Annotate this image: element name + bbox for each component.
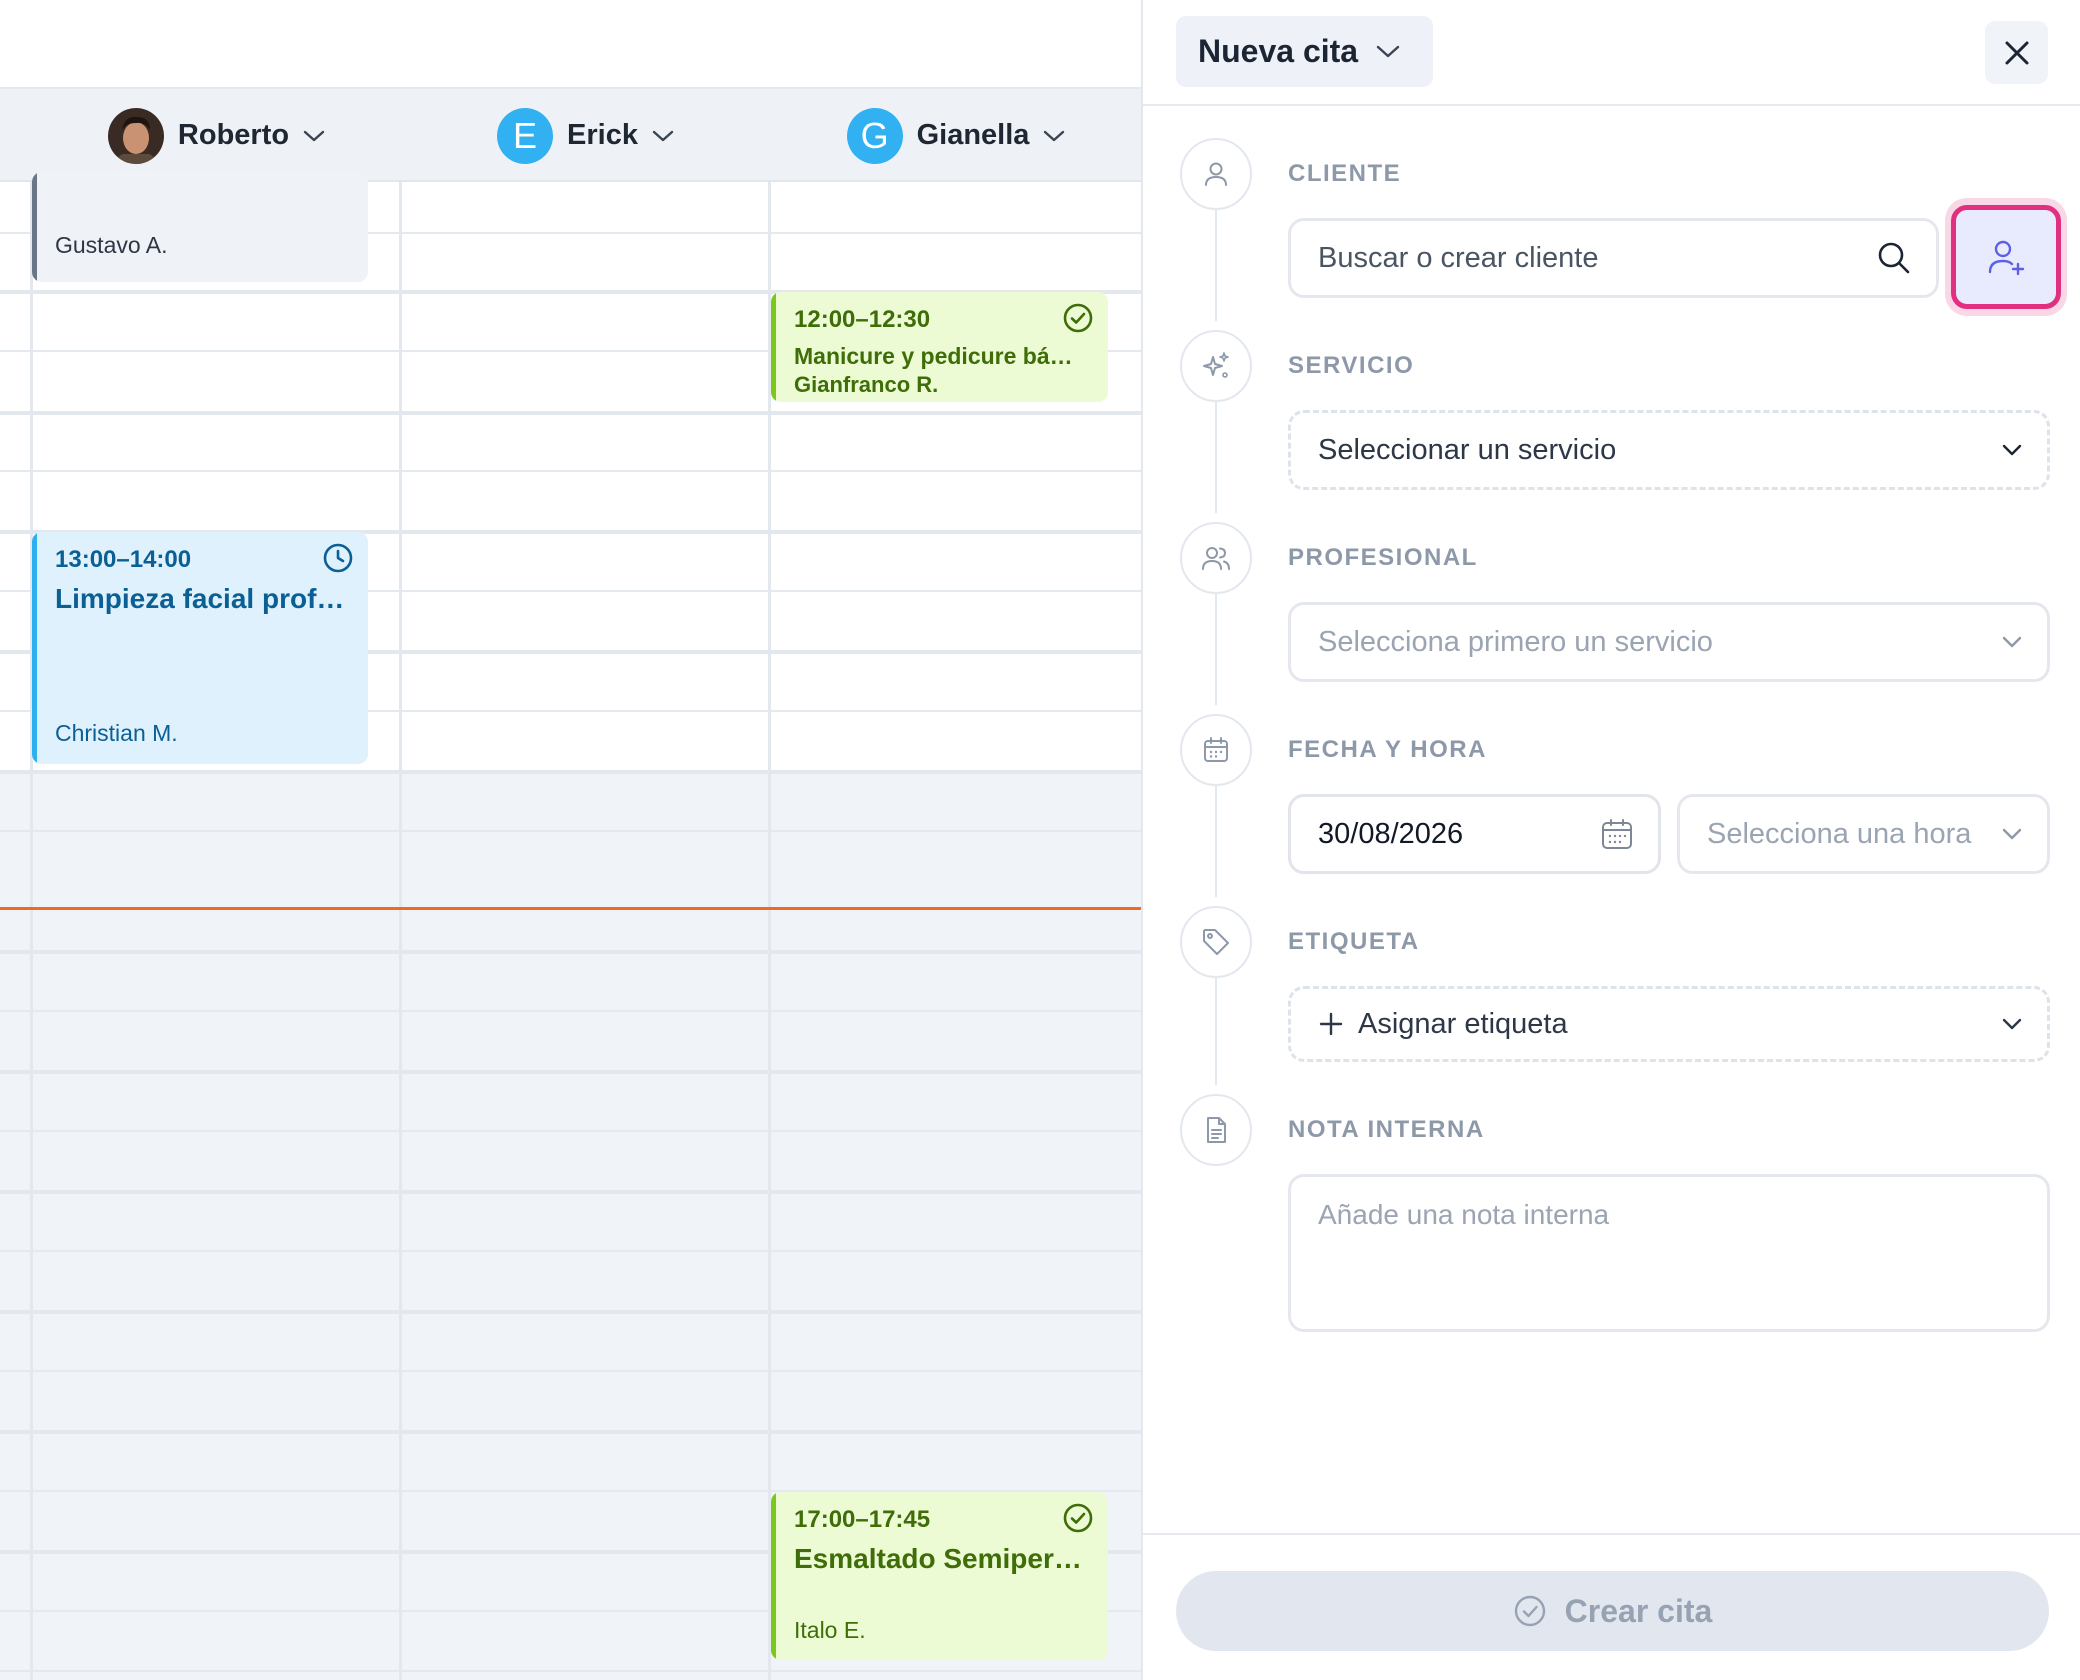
check-circle-icon bbox=[1063, 303, 1093, 333]
staff-column-erick[interactable]: E Erick bbox=[402, 89, 769, 182]
chevron-down-icon bbox=[2001, 443, 2023, 457]
datetime-step-marker bbox=[1180, 714, 1252, 786]
close-button[interactable] bbox=[1985, 21, 2048, 84]
sparkles-icon bbox=[1203, 352, 1229, 378]
tag-icon bbox=[1203, 929, 1229, 955]
document-icon bbox=[1207, 1117, 1226, 1143]
service-step-marker bbox=[1180, 330, 1252, 402]
chevron-down-icon bbox=[652, 129, 674, 143]
note-step-marker bbox=[1180, 1094, 1252, 1166]
close-icon bbox=[2005, 41, 2028, 64]
panel-header: Nueva cita bbox=[1143, 0, 2080, 106]
avatar: E bbox=[497, 107, 554, 164]
calendar-view: Roberto E Erick G Gianella Gustavo A. 12… bbox=[0, 0, 1141, 1680]
internal-note-placeholder: Añade una nota interna bbox=[1318, 1199, 1610, 1230]
appointment-card[interactable]: Gustavo A. bbox=[32, 172, 368, 282]
client-search-input[interactable]: Buscar o crear cliente bbox=[1288, 218, 1939, 298]
calendar-icon bbox=[1600, 817, 1634, 851]
current-time-line bbox=[0, 907, 1141, 910]
appointment-client: Christian M. bbox=[55, 720, 178, 746]
appointment-time: 13:00–14:00 bbox=[55, 546, 192, 573]
user-plus-icon bbox=[1988, 240, 2025, 276]
time-select[interactable]: Selecciona una hora bbox=[1677, 794, 2050, 874]
date-input[interactable]: 30/08/2026 bbox=[1288, 794, 1661, 874]
professional-select[interactable]: Selecciona primero un servicio bbox=[1288, 602, 2050, 682]
client-step-marker bbox=[1180, 138, 1252, 210]
appointment-client: Italo E. bbox=[794, 1617, 866, 1643]
create-appointment-button[interactable]: Crear cita bbox=[1176, 1571, 2049, 1651]
avatar: G bbox=[846, 107, 903, 164]
staff-column-roberto[interactable]: Roberto bbox=[33, 89, 400, 182]
clock-icon bbox=[323, 543, 353, 573]
chevron-down-icon bbox=[1376, 44, 1400, 59]
calendar-top-bar bbox=[0, 0, 1141, 89]
service-select[interactable]: Seleccionar un servicio bbox=[1288, 410, 2050, 490]
staff-name: Gianella bbox=[916, 119, 1030, 151]
chevron-down-icon bbox=[1043, 129, 1065, 143]
plus-icon bbox=[1318, 1011, 1344, 1037]
service-section-label: SERVICIO bbox=[1288, 352, 1415, 379]
professional-section-label: PROFESIONAL bbox=[1288, 544, 1478, 571]
time-grid[interactable]: Gustavo A. 12:00–12:30 Manicure y pedicu… bbox=[0, 172, 1141, 1680]
service-select-placeholder: Seleccionar un servicio bbox=[1318, 433, 1617, 466]
internal-note-textarea[interactable]: Añade una nota interna bbox=[1288, 1174, 2050, 1332]
panel-footer: Crear cita bbox=[1143, 1533, 2080, 1680]
chevron-down-icon bbox=[2001, 827, 2023, 841]
add-client-button[interactable] bbox=[1951, 205, 2061, 309]
check-circle-icon bbox=[1063, 1503, 1093, 1533]
calendar-icon bbox=[1204, 737, 1228, 762]
client-search-placeholder: Buscar o crear cliente bbox=[1318, 241, 1599, 274]
appointment-time: 12:00–12:30 bbox=[794, 306, 931, 333]
client-section-label: CLIENTE bbox=[1288, 160, 1402, 187]
staff-name: Erick bbox=[567, 119, 638, 151]
chevron-down-icon bbox=[2001, 1017, 2023, 1031]
appointment-type-label: Nueva cita bbox=[1198, 33, 1359, 69]
check-circle-icon bbox=[1514, 1595, 1545, 1627]
professional-select-placeholder: Selecciona primero un servicio bbox=[1318, 625, 1713, 658]
date-value: 30/08/2026 bbox=[1318, 817, 1464, 850]
avatar bbox=[107, 107, 164, 164]
new-appointment-panel: Nueva cita CLIENTE Buscar o crear client… bbox=[1141, 0, 2080, 1680]
staff-header-row: Roberto E Erick G Gianella bbox=[0, 89, 1141, 182]
appointment-title: Manicure y pedicure bá… bbox=[794, 343, 1073, 369]
time-select-placeholder: Selecciona una hora bbox=[1707, 817, 1972, 850]
tag-section-label: ETIQUETA bbox=[1288, 928, 1420, 955]
appointment-card[interactable]: 13:00–14:00 Limpieza facial prof… Christ… bbox=[32, 532, 368, 764]
staff-column-gianella[interactable]: G Gianella bbox=[771, 89, 1141, 182]
search-icon bbox=[1876, 240, 1912, 276]
chevron-down-icon bbox=[303, 129, 325, 143]
note-section-label: NOTA INTERNA bbox=[1288, 1116, 1485, 1143]
appointment-card[interactable]: 17:00–17:45 Esmaltado Semiper… Italo E. bbox=[771, 1492, 1108, 1660]
appointment-card[interactable]: 12:00–12:30 Manicure y pedicure bá… Gian… bbox=[771, 292, 1108, 402]
chevron-down-icon bbox=[2001, 635, 2023, 649]
user-icon bbox=[1205, 162, 1227, 186]
users-icon bbox=[1202, 547, 1230, 570]
appointment-time: 17:00–17:45 bbox=[794, 1506, 931, 1533]
datetime-section-label: FECHA Y HORA bbox=[1288, 736, 1487, 763]
assign-tag-select[interactable]: Asignar etiqueta bbox=[1288, 986, 2050, 1062]
assign-tag-label: Asignar etiqueta bbox=[1358, 1007, 1568, 1040]
appointment-type-select[interactable]: Nueva cita bbox=[1176, 16, 1433, 87]
appointment-client: Gustavo A. bbox=[55, 232, 168, 258]
create-appointment-label: Crear cita bbox=[1564, 1592, 1713, 1629]
tag-step-marker bbox=[1180, 906, 1252, 978]
appointment-title: Esmaltado Semiper… bbox=[794, 1543, 1082, 1574]
professional-step-marker bbox=[1180, 522, 1252, 594]
staff-name: Roberto bbox=[177, 119, 290, 151]
appointment-client: Gianfranco R. bbox=[794, 372, 939, 397]
appointment-title: Limpieza facial prof… bbox=[55, 583, 345, 614]
